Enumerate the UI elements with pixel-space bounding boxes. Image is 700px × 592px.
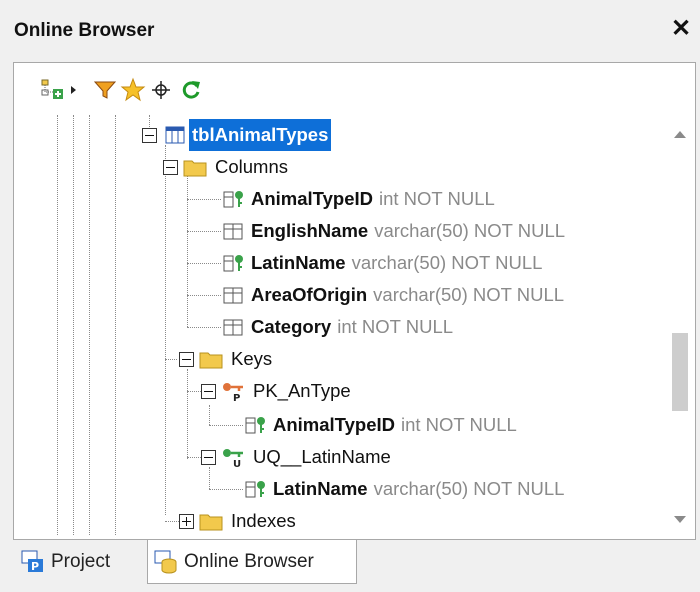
window-title: Online Browser xyxy=(14,20,155,41)
object-tree: tblAnimalTypes Columns AnimalTypeID int N… xyxy=(15,115,663,535)
tab-online-browser[interactable]: Online Browser xyxy=(147,540,357,584)
folder-label: Indexes xyxy=(231,510,296,531)
column-icon xyxy=(223,287,243,304)
folder-label: Columns xyxy=(215,156,288,177)
column-icon xyxy=(223,223,243,240)
scrollbar-thumb[interactable] xyxy=(672,333,688,411)
key-column-icon xyxy=(245,481,265,498)
unique-key-icon: U xyxy=(223,449,243,468)
collapse-toggle-icon[interactable] xyxy=(201,450,216,465)
key-column-icon xyxy=(223,191,243,208)
table-icon xyxy=(165,126,185,144)
online-browser-panel: tblAnimalTypes Columns AnimalTypeID int N… xyxy=(13,62,696,540)
panel-tabs: P Project Online Browser xyxy=(13,540,696,592)
add-data-source-icon[interactable] xyxy=(40,77,66,103)
folder-icon xyxy=(183,160,207,177)
favorites-star-icon[interactable] xyxy=(120,77,146,103)
collapse-toggle-icon[interactable] xyxy=(142,128,157,143)
collapse-toggle-icon[interactable] xyxy=(163,160,178,175)
primary-key-icon: P xyxy=(223,383,243,402)
project-icon: P xyxy=(21,550,43,573)
scroll-down-icon[interactable] xyxy=(672,515,688,525)
collapse-toggle-icon[interactable] xyxy=(179,352,194,367)
tab-project[interactable]: P Project xyxy=(15,540,143,584)
locate-icon[interactable] xyxy=(148,77,174,103)
toolbar xyxy=(14,63,695,115)
close-icon[interactable]: ✕ xyxy=(668,15,694,43)
online-browser-icon xyxy=(154,550,177,574)
svg-text:P: P xyxy=(233,393,240,402)
folder-icon xyxy=(199,352,223,369)
collapse-toggle-icon[interactable] xyxy=(201,384,216,399)
table-name: tblAnimalTypes xyxy=(189,119,332,151)
folder-icon xyxy=(199,514,223,531)
expand-toggle-icon[interactable] xyxy=(179,514,194,529)
folder-label: Keys xyxy=(231,348,273,369)
dropdown-arrow-icon[interactable] xyxy=(66,77,80,103)
svg-text:U: U xyxy=(233,459,241,468)
title-bar: Online Browser ✕ xyxy=(0,0,700,62)
key-column-icon xyxy=(223,255,243,272)
svg-text:P: P xyxy=(31,560,39,573)
key-column-icon xyxy=(245,417,265,434)
refresh-icon[interactable] xyxy=(178,77,204,103)
vertical-scrollbar[interactable] xyxy=(665,115,695,539)
filter-icon[interactable] xyxy=(92,77,118,103)
column-icon xyxy=(223,319,243,336)
scroll-up-icon[interactable] xyxy=(672,129,688,139)
